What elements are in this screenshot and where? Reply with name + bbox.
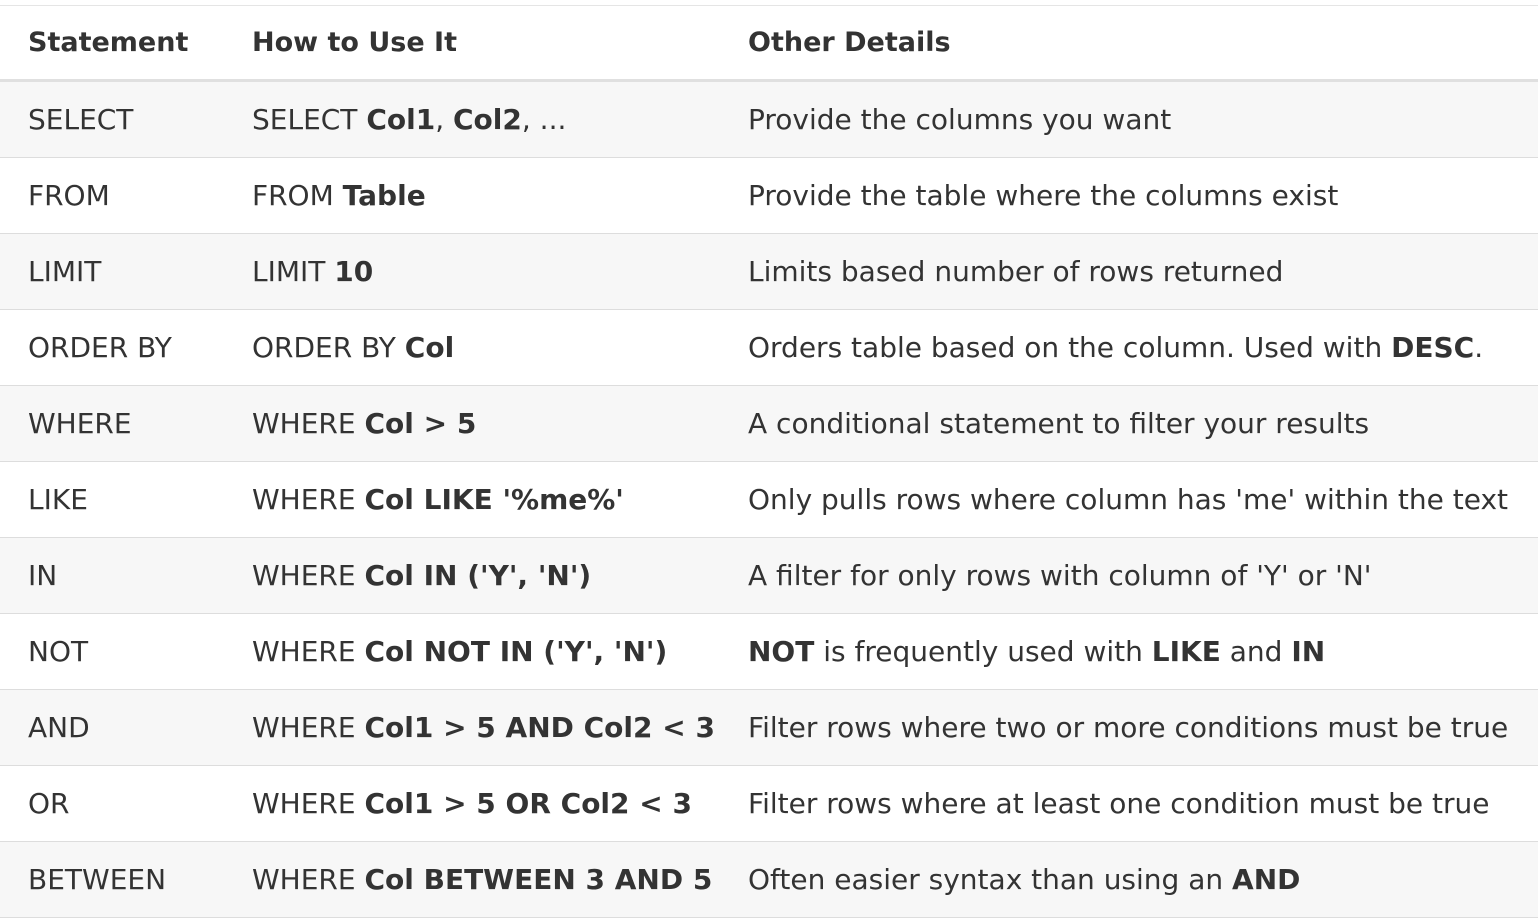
statement-cell: ORDER BY bbox=[0, 309, 224, 386]
text-fragment: WHERE bbox=[252, 787, 365, 820]
sql-reference-table: Statement How to Use It Other Details SE… bbox=[0, 5, 1538, 918]
table-row: AND WHERE Col1 > 5 AND Col2 < 3 Filter row… bbox=[0, 689, 1538, 766]
usage-cell: SELECT Col1, Col2, ... bbox=[224, 80, 720, 158]
statement-cell: NOT bbox=[0, 613, 224, 690]
details-cell: Orders table based on the column. Used w… bbox=[720, 309, 1538, 386]
text-fragment: WHERE bbox=[252, 559, 365, 592]
bold-fragment: Col > 5 bbox=[364, 407, 477, 440]
table-row: LIKE WHERE Col LIKE '%me%' Only pulls rows… bbox=[0, 461, 1538, 538]
text-fragment: ORDER BY bbox=[252, 331, 405, 364]
header-statement: Statement bbox=[0, 5, 224, 82]
text-fragment: WHERE bbox=[252, 483, 365, 516]
text-fragment: is frequently used with bbox=[814, 635, 1152, 668]
usage-cell: WHERE Col1 > 5 AND Col2 < 3 bbox=[224, 689, 720, 766]
details-cell: A filter for only rows with column of 'Y… bbox=[720, 537, 1538, 614]
bold-fragment: DESC bbox=[1391, 331, 1475, 364]
usage-cell: FROM Table bbox=[224, 157, 720, 234]
text-fragment: WHERE bbox=[252, 863, 365, 896]
text-fragment: SELECT bbox=[252, 103, 367, 136]
table-row: OR WHERE Col1 > 5 OR Col2 < 3 Filter rows … bbox=[0, 765, 1538, 842]
details-cell: Filter rows where two or more conditions… bbox=[720, 689, 1538, 766]
statement-cell: IN bbox=[0, 537, 224, 614]
statement-cell: LIKE bbox=[0, 461, 224, 538]
bold-fragment: Col BETWEEN 3 AND 5 bbox=[364, 863, 713, 896]
details-cell: Limits based number of rows returned bbox=[720, 233, 1538, 310]
text-fragment: A filter for only rows with column of 'Y… bbox=[748, 559, 1372, 592]
text-fragment: Provide the table where the columns exis… bbox=[748, 179, 1339, 212]
usage-cell: WHERE Col1 > 5 OR Col2 < 3 bbox=[224, 765, 720, 842]
details-cell: A conditional statement to filter your r… bbox=[720, 385, 1538, 462]
bold-fragment: LIKE bbox=[1151, 635, 1221, 668]
usage-cell: WHERE Col NOT IN ('Y', 'N') bbox=[224, 613, 720, 690]
statement-cell: LIMIT bbox=[0, 233, 224, 310]
bold-fragment: Col1 > 5 OR Col2 < 3 bbox=[364, 787, 692, 820]
usage-cell: WHERE Col IN ('Y', 'N') bbox=[224, 537, 720, 614]
text-fragment: , ... bbox=[521, 103, 567, 136]
text-fragment: WHERE bbox=[252, 407, 365, 440]
table-row: WHERE WHERE Col > 5A conditional statemen… bbox=[0, 385, 1538, 462]
table-row: NOT WHERE Col NOT IN ('Y', 'N') NOT is fre… bbox=[0, 613, 1538, 690]
header-other-details: Other Details bbox=[720, 5, 1538, 82]
text-fragment: Provide the columns you want bbox=[748, 103, 1172, 136]
details-cell: Often easier syntax than using an AND bbox=[720, 841, 1538, 918]
bold-fragment: Col LIKE '%me%' bbox=[364, 483, 624, 516]
text-fragment: Orders table based on the column. Used w… bbox=[748, 331, 1392, 364]
text-fragment: WHERE bbox=[252, 711, 365, 744]
table-row: IN WHERE Col IN ('Y', 'N') A filter for on… bbox=[0, 537, 1538, 614]
bold-fragment: Col bbox=[404, 331, 455, 364]
usage-cell: WHERE Col BETWEEN 3 AND 5 bbox=[224, 841, 720, 918]
usage-cell: ORDER BY Col bbox=[224, 309, 720, 386]
statement-cell: OR bbox=[0, 765, 224, 842]
usage-cell: WHERE Col LIKE '%me%' bbox=[224, 461, 720, 538]
text-fragment: FROM bbox=[252, 179, 343, 212]
text-fragment: Filter rows where at least one condition… bbox=[748, 787, 1490, 820]
usage-cell: LIMIT 10 bbox=[224, 233, 720, 310]
details-cell: Provide the columns you want bbox=[720, 80, 1538, 158]
table-row: ORDER BY ORDER BY Col Orders table based o… bbox=[0, 309, 1538, 386]
bold-fragment: NOT bbox=[748, 635, 815, 668]
text-fragment: , bbox=[435, 103, 453, 136]
statement-cell: AND bbox=[0, 689, 224, 766]
bold-fragment: Col1 > 5 AND Col2 < 3 bbox=[364, 711, 715, 744]
text-fragment: A conditional statement to filter your r… bbox=[748, 407, 1370, 440]
text-fragment: LIMIT bbox=[252, 255, 335, 288]
details-cell: NOT is frequently used with LIKE and IN bbox=[720, 613, 1538, 690]
text-fragment: . bbox=[1474, 331, 1484, 364]
table-body: SELECT SELECT Col1, Col2, ... Provide the … bbox=[0, 80, 1538, 918]
table-row: LIMIT LIMIT 10 Limits based number of rows… bbox=[0, 233, 1538, 310]
text-fragment: WHERE bbox=[252, 635, 365, 668]
usage-cell: WHERE Col > 5 bbox=[224, 385, 720, 462]
bold-fragment: 10 bbox=[334, 255, 374, 288]
sql-reference-table-container: Statement How to Use It Other Details SE… bbox=[0, 0, 1538, 918]
details-cell: Filter rows where at least one condition… bbox=[720, 765, 1538, 842]
bold-fragment: Col2 bbox=[453, 103, 522, 136]
bold-fragment: Col IN ('Y', 'N') bbox=[364, 559, 592, 592]
text-fragment: Often easier syntax than using an bbox=[748, 863, 1233, 896]
statement-cell: WHERE bbox=[0, 385, 224, 462]
bold-fragment: IN bbox=[1291, 635, 1326, 668]
text-fragment: Filter rows where two or more conditions… bbox=[748, 711, 1509, 744]
table-row: FROM FROM Table Provide the table where th… bbox=[0, 157, 1538, 234]
bold-fragment: Col NOT IN ('Y', 'N') bbox=[364, 635, 668, 668]
statement-cell: FROM bbox=[0, 157, 224, 234]
bold-fragment: AND bbox=[1232, 863, 1301, 896]
statement-cell: BETWEEN bbox=[0, 841, 224, 918]
table-header: Statement How to Use It Other Details bbox=[0, 5, 1538, 82]
header-row: Statement How to Use It Other Details bbox=[0, 5, 1538, 82]
details-cell: Only pulls rows where column has 'me' wi… bbox=[720, 461, 1538, 538]
statement-cell: SELECT bbox=[0, 80, 224, 158]
bold-fragment: Col1 bbox=[366, 103, 436, 136]
details-cell: Provide the table where the columns exis… bbox=[720, 157, 1538, 234]
text-fragment: and bbox=[1220, 635, 1292, 668]
table-row: SELECT SELECT Col1, Col2, ... Provide the … bbox=[0, 80, 1538, 158]
text-fragment: Only pulls rows where column has 'me' wi… bbox=[748, 483, 1509, 516]
bold-fragment: Table bbox=[342, 179, 426, 212]
table-row: BETWEEN WHERE Col BETWEEN 3 AND 5 Often ea… bbox=[0, 841, 1538, 918]
header-how-to-use: How to Use It bbox=[224, 5, 720, 82]
text-fragment: Limits based number of rows returned bbox=[748, 255, 1284, 288]
